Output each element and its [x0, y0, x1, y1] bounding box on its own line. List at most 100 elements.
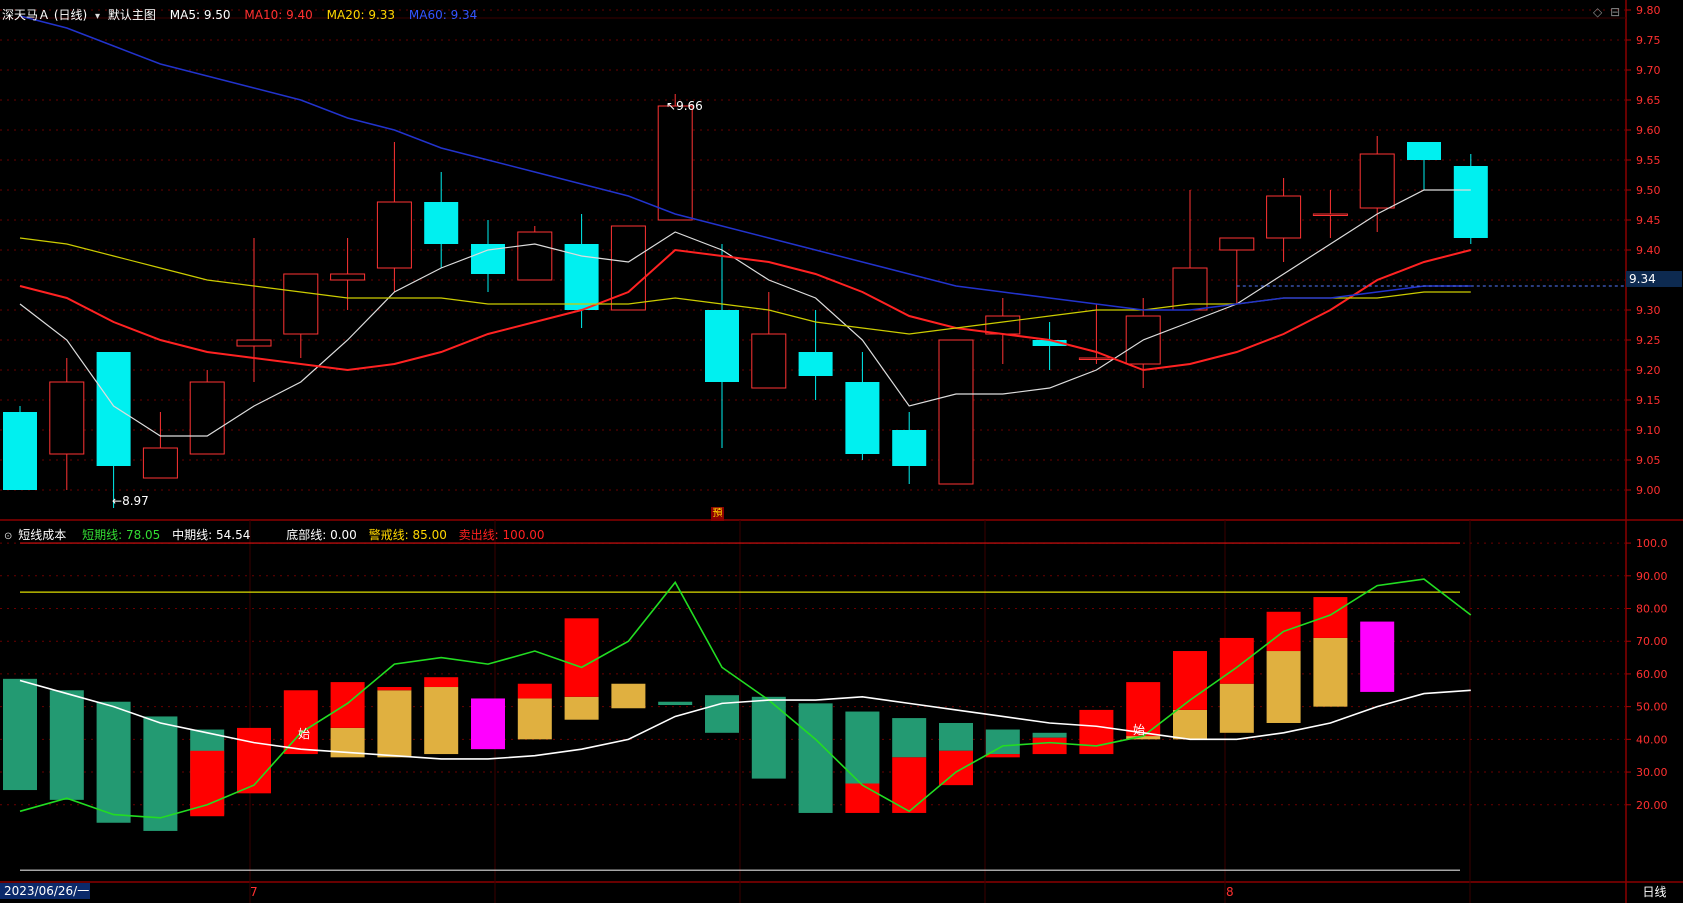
price-tick-label: 9.30 — [1636, 304, 1661, 317]
indicator-bar-red — [1313, 597, 1348, 638]
price-tick-label: 9.05 — [1636, 454, 1661, 467]
candle-body-up — [189, 381, 225, 455]
indicator-bar-red — [283, 690, 318, 755]
ma5-line — [19, 189, 1471, 437]
indicator-bar-magenta — [1360, 621, 1395, 692]
candle-body-down — [845, 382, 880, 454]
stock-name: 深天马Ａ — [2, 8, 51, 22]
ma60-value: 9.34 — [450, 8, 478, 22]
indicator-tick-label: 60.00 — [1636, 668, 1668, 681]
indicator-tick-label: 90.00 — [1636, 570, 1668, 583]
candle-body-down — [1407, 142, 1441, 160]
candle-body-up — [985, 315, 1021, 335]
indicator-toggle-icon[interactable]: ⊙ — [4, 531, 12, 542]
indicator-bar-green — [96, 701, 131, 823]
indicator-bar-green — [892, 718, 927, 758]
indicator-bar-green — [3, 678, 37, 791]
ma20-label: MA20: — [326, 8, 365, 22]
price-tick-label: 9.75 — [1636, 34, 1661, 47]
indicator-bar-gold — [564, 696, 599, 720]
candle-body-up — [330, 273, 366, 281]
candle-body-up — [376, 201, 412, 269]
month-8-label: 8 — [1226, 885, 1234, 899]
indicator-bar-gold — [424, 687, 459, 755]
candle-body-down — [3, 412, 37, 490]
indicator-tick-label: 100.0 — [1636, 537, 1668, 550]
ma10-value: 9.40 — [286, 8, 313, 22]
indicator-bar-gold — [517, 698, 552, 740]
candle-body-up — [1078, 357, 1114, 360]
dropdown-icon[interactable]: ▾ — [95, 11, 100, 22]
indicator-bar-red — [939, 750, 973, 786]
current-price-tag: 9.34 — [1626, 271, 1682, 287]
mid-line-value: 54.54 — [216, 528, 251, 542]
candle-body-up — [1359, 153, 1395, 209]
ma60-line — [19, 15, 1471, 311]
high-annotation: ↖9.66 — [666, 99, 703, 113]
price-tick-label: 9.40 — [1636, 244, 1661, 257]
forecast-badge[interactable]: 預 — [711, 507, 724, 521]
price-tick-label: 9.65 — [1636, 94, 1661, 107]
diamond-icon[interactable]: ◇ — [1593, 5, 1602, 19]
indicator-bar-green — [705, 695, 739, 733]
price-axis: 9.809.759.709.659.609.559.509.459.409.35… — [1626, 4, 1661, 497]
indicator-bar-green — [939, 722, 973, 751]
indicator-bar-red — [1032, 737, 1067, 755]
price-tick-label: 9.50 — [1636, 184, 1661, 197]
price-tick-label: 9.15 — [1636, 394, 1661, 407]
candle-body-up — [938, 339, 974, 485]
price-tick-label: 9.10 — [1636, 424, 1661, 437]
candle-body-up — [142, 447, 178, 479]
candle-body-down — [564, 244, 599, 310]
ma60-label: MA60: — [408, 8, 447, 22]
short-line-value: 78.05 — [125, 528, 161, 542]
low-value: 8.97 — [122, 494, 149, 508]
indicator-header: ⊙ 短线成本 短期线: 78.05 中期线: 54.54 底部线: 0.00 警… — [4, 526, 545, 543]
candle-body-up — [49, 381, 85, 455]
indicator-bar-magenta — [471, 698, 505, 750]
indicator-tick-label: 20.00 — [1636, 799, 1668, 812]
indicator-axis: 100.0 90.00 80.00 70.00 60.00 50.00 40.00 30.00… — [1626, 537, 1668, 812]
indicator-chart — [3, 542, 1472, 871]
candle-body-down — [96, 352, 131, 466]
price-tick-label: 9.20 — [1636, 364, 1661, 377]
indicator-bar-red — [377, 687, 412, 691]
price-tick-label: 9.45 — [1636, 214, 1661, 227]
indicator-bar-red — [190, 750, 225, 817]
bottom-line-value: 0.00 — [330, 528, 357, 542]
candle-body-up — [1266, 195, 1302, 239]
candle-body-up — [657, 105, 693, 221]
candle-body-up — [517, 231, 553, 281]
price-tick-label: 9.25 — [1636, 334, 1661, 347]
candle-body-up — [1312, 213, 1348, 216]
indicator-bar-green — [49, 690, 84, 800]
candle-body-down — [705, 310, 739, 382]
start-label: 始 — [1133, 723, 1146, 737]
price-tick-label: 9.55 — [1636, 154, 1661, 167]
indicator-tick-label: 50.00 — [1636, 701, 1668, 714]
indicator-bar-gold — [1313, 637, 1348, 707]
indicator-bar-red — [1219, 637, 1254, 684]
indicator-name[interactable]: 短线成本 — [18, 528, 66, 542]
period-button[interactable]: 日线 — [1626, 883, 1683, 901]
sell-line-value: 100.00 — [502, 528, 545, 542]
default-main-label[interactable]: 默认主图 — [108, 8, 156, 22]
indicator-bar-gold — [1219, 683, 1254, 733]
indicator-bar-gold — [377, 690, 412, 758]
indicator-bar-green — [798, 703, 833, 813]
date-label: 2023/06/26/一 — [0, 883, 90, 899]
ma5-value: 9.50 — [203, 8, 231, 22]
indicator-bar-red — [564, 618, 599, 697]
main-header: 深天马Ａ (日线) ▾ 默认主图 MA5: 9.50 MA10: 9.40 MA… — [2, 6, 477, 23]
price-tick-label: 9.80 — [1636, 4, 1661, 17]
candle-body-up — [751, 333, 787, 389]
indicator-bar-gold — [1173, 709, 1207, 740]
short-line-label: 短期线: — [82, 528, 123, 542]
price-tick-label: 9.60 — [1636, 124, 1661, 137]
chart-canvas: 9.809.759.709.659.609.559.509.459.409.35… — [0, 0, 1683, 903]
candle-body-down — [1453, 166, 1488, 238]
indicator-tick-label: 40.00 — [1636, 733, 1668, 746]
collapse-icon[interactable]: ⊟ — [1610, 5, 1620, 19]
candle-body-up — [283, 273, 319, 335]
indicator-bar-green — [1032, 732, 1067, 738]
